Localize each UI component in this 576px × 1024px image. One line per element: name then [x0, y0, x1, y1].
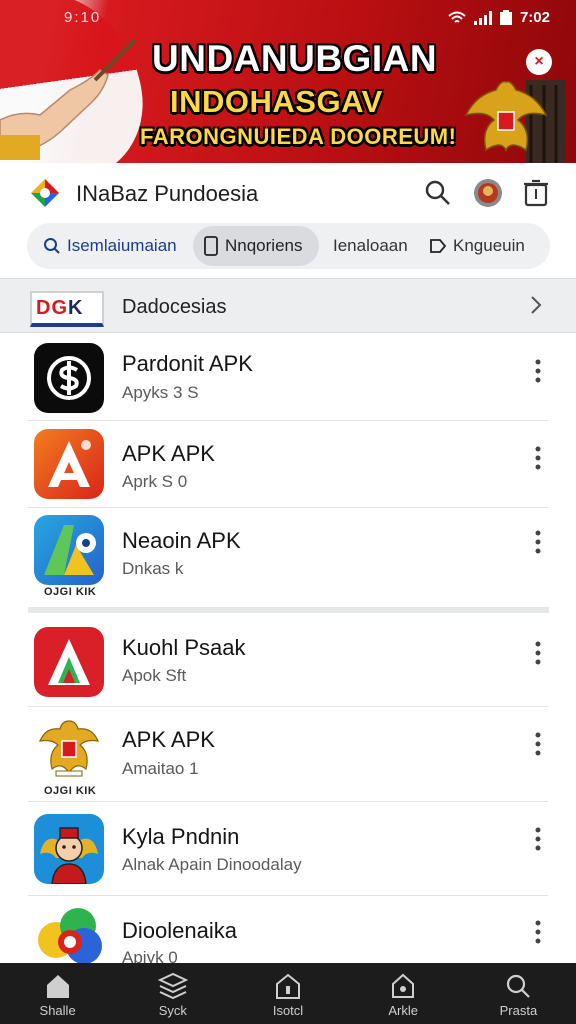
nav-item-tag[interactable]: Arkle	[346, 963, 461, 1024]
wifi-icon	[448, 11, 466, 23]
app-subtitle: Dnkas k	[122, 559, 184, 578]
banner-subheadline: INDOHASGAV	[170, 84, 383, 119]
garuda-icon	[34, 713, 104, 783]
nav-label: Shalle	[39, 1003, 76, 1018]
promo-banner[interactable]: 9:10 7:02 UNDANUBGIAN INDOHASGAV FARONGN…	[0, 0, 576, 163]
list-item[interactable]: Kuohl Psaak Apok Sft	[0, 613, 576, 707]
app-subtitle: Apok Sft	[122, 666, 187, 685]
app-title: INaBaz Pundoesia	[76, 181, 259, 206]
chip-plain[interactable]: Ienaloaan	[323, 226, 418, 266]
nav-label: Syck	[158, 1003, 187, 1018]
chip-selected-label: Nnqoriens	[225, 236, 303, 255]
tag-icon	[392, 973, 415, 998]
app-name: Pardonit APK	[122, 351, 253, 376]
app-name: Kuohl Psaak	[122, 635, 246, 660]
more-vert-icon[interactable]	[528, 529, 548, 555]
banner-headline: UNDANUBGIAN	[152, 38, 438, 79]
chip-language[interactable]: Kngueuin	[419, 226, 535, 266]
app-icon-caption: OJGI KIK	[44, 586, 97, 598]
profile-avatar-icon[interactable]	[472, 177, 504, 209]
app-name: APK APK	[122, 727, 215, 752]
list-item[interactable]: Dioolenaika Apiyk 0	[0, 896, 576, 963]
app-subtitle: Alnak Apain Dinoodalay	[122, 855, 302, 874]
battery-icon	[499, 10, 512, 25]
banner-tagline: FARONGNUIEDA DOOREUM!	[140, 124, 457, 149]
app-name: Dioolenaika	[122, 918, 237, 943]
status-bar: 9:10 7:02	[0, 0, 576, 34]
status-time: 7:02	[519, 9, 550, 26]
blue-a-icon	[34, 515, 104, 585]
colorful-blob-icon	[34, 902, 104, 963]
home-icon	[46, 975, 69, 998]
nav-label: Isotcl	[272, 1003, 304, 1018]
nav-item-home[interactable]: Shalle	[0, 963, 115, 1024]
nav-label: Prasta	[499, 1003, 538, 1018]
chip-search-label: Isemlaiumaian	[67, 236, 177, 255]
chip-selected[interactable]: Nnqoriens	[193, 226, 319, 266]
chevron-right-icon[interactable]	[526, 295, 546, 315]
category-title: Dadocesias	[122, 296, 227, 318]
stack-icon	[157, 972, 188, 1000]
chip-plain-label: Ienaloaan	[333, 236, 408, 255]
nav-item-store[interactable]: Isotcl	[230, 963, 345, 1024]
boy-icon	[34, 814, 104, 884]
app-name: Neaoin APK	[122, 528, 241, 553]
search-icon[interactable]	[422, 177, 454, 209]
app-subtitle: Apiyk 0	[122, 948, 178, 963]
app-name: APK APK	[122, 441, 215, 466]
app-subtitle: Amaitao 1	[122, 759, 199, 778]
screen: 9:10 7:02 UNDANUBGIAN INDOHASGAV FARONGN…	[0, 0, 576, 1024]
chip-language-label: Kngueuin	[453, 236, 525, 255]
banner-close-button[interactable]: ×	[526, 49, 552, 75]
app-name: Kyla Pndnin	[122, 824, 240, 849]
more-vert-icon[interactable]	[528, 826, 548, 852]
list-item[interactable]: OJGI KIK Neaoin APK Dnkas k	[0, 508, 576, 607]
bottom-navigation: Shalle Syck Isotcl Arkle Prasta	[0, 963, 576, 1024]
app-subtitle: Apyks 3 S	[122, 383, 199, 402]
nav-item-stack[interactable]: Syck	[115, 963, 230, 1024]
search-icon	[44, 238, 60, 254]
red-green-a-icon	[34, 627, 104, 697]
house-outline-icon	[276, 973, 300, 999]
signal-icon	[473, 10, 492, 25]
chip-search[interactable]: Isemlaiumaian	[33, 226, 187, 266]
tag-icon	[430, 239, 447, 253]
trash-icon[interactable]	[520, 177, 552, 209]
category-badge-right: K	[68, 297, 84, 319]
status-left-text: 9:10	[64, 9, 102, 26]
category-badge: DGK	[30, 291, 104, 327]
red-a-icon	[34, 429, 104, 499]
category-badge-left: DG	[36, 297, 68, 319]
phone-icon	[204, 236, 218, 256]
more-vert-icon[interactable]	[528, 731, 548, 757]
more-vert-icon[interactable]	[528, 919, 548, 945]
category-header[interactable]: DGK Dadocesias	[0, 278, 576, 333]
more-vert-icon[interactable]	[528, 445, 548, 471]
hand-holding-flag-graphic	[0, 40, 135, 160]
garuda-emblem-graphic	[464, 80, 566, 163]
list-item[interactable]: OJGI KIK APK APK Amaitao 1	[0, 707, 576, 802]
list-item[interactable]: Kyla Pndnin Alnak Apain Dinoodalay	[0, 802, 576, 896]
more-vert-icon[interactable]	[528, 640, 548, 666]
filter-chip-bar: Isemlaiumaian Nnqoriens Ienaloaan Kngueu…	[27, 223, 550, 269]
app-bar: INaBaz Pundoesia	[0, 163, 576, 223]
app-logo-icon	[29, 177, 61, 209]
search-icon	[507, 974, 531, 998]
list-item[interactable]: APK APK Aprk S 0	[0, 421, 576, 508]
nav-label: Arkle	[388, 1003, 419, 1018]
app-subtitle: Aprk S 0	[122, 472, 188, 491]
nav-item-search[interactable]: Prasta	[461, 963, 576, 1024]
list-item[interactable]: Pardonit APK Apyks 3 S	[0, 333, 576, 421]
app-icon-caption: OJGI KIK	[44, 785, 97, 797]
more-vert-icon[interactable]	[528, 358, 548, 384]
dollar-icon	[34, 343, 104, 413]
